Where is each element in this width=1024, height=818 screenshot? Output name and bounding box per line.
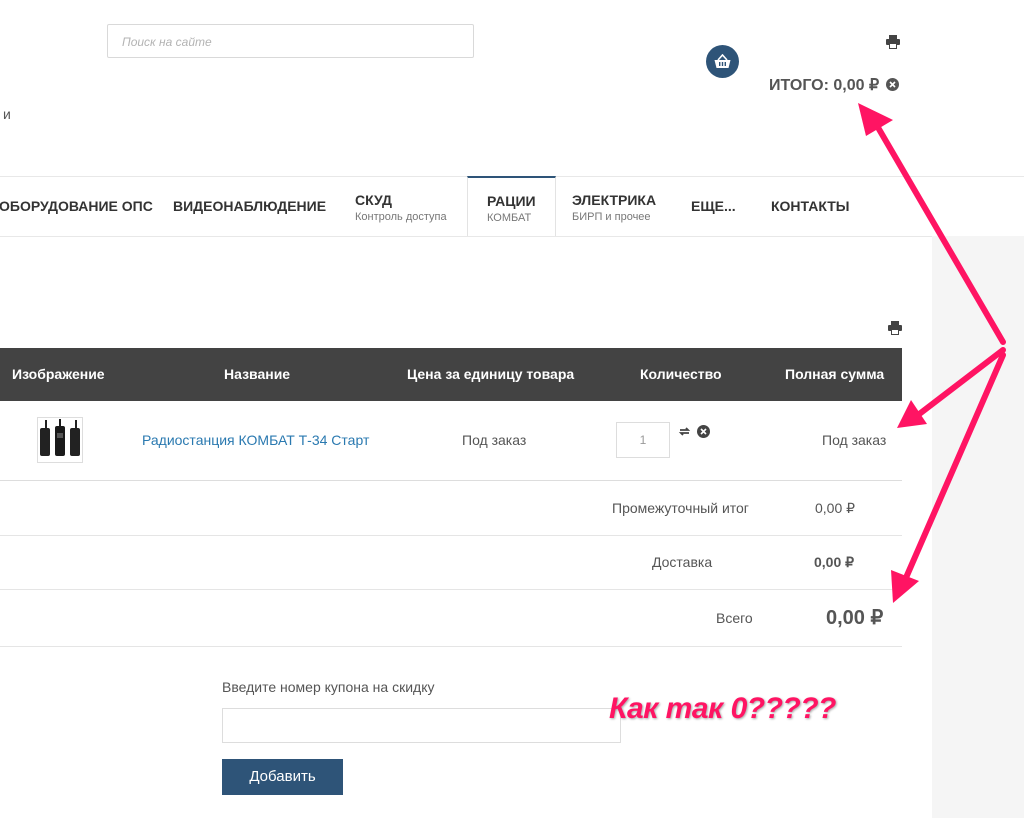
nav-item-title: ЕЩЕ... [691, 198, 736, 214]
nav-item-ops[interactable]: ОБОРУДОВАНИЕ ОПС [0, 177, 153, 236]
grand-total-value: 0,00 ₽ [826, 607, 884, 629]
nav-item-electric[interactable]: ЭЛЕКТРИКА БИРП и прочее [572, 177, 656, 236]
quantity-input[interactable]: 1 [616, 422, 670, 458]
subtotal-label: Промежуточный итог [612, 500, 749, 516]
column-header-total: Полная сумма [785, 366, 885, 382]
row-divider [0, 589, 902, 590]
nav-item-subtitle: Контроль доступа [355, 211, 447, 223]
row-divider [0, 535, 902, 536]
right-sidebar [932, 236, 1024, 818]
column-header-image: Изображение [12, 366, 105, 382]
nav-item-subtitle: БИРП и прочее [572, 211, 651, 223]
nav-item-title: ВИДЕОНАБЛЮДЕНИЕ [173, 198, 327, 214]
header-cart-total[interactable]: ИТОГО: 0,00 ₽ [769, 75, 879, 95]
product-name-link[interactable]: Радиостанция КОМБАТ Т-34 Старт [142, 432, 369, 448]
nav-item-title: ЭЛЕКТРИКА [572, 192, 657, 208]
radio-product-icon [40, 419, 80, 456]
nav-item-title: СКУД [355, 192, 392, 208]
cart-table-header: Изображение Название Цена за единицу тов… [0, 348, 902, 401]
shipping-value: 0,00 ₽ [814, 554, 855, 570]
annotation-text: Как так 0????? [609, 692, 836, 725]
nav-item-subtitle: КОМБАТ [487, 212, 532, 224]
coupon-input[interactable] [222, 708, 621, 743]
cart-button[interactable] [706, 45, 739, 78]
coupon-label: Введите номер купона на скидку [222, 679, 435, 695]
nav-item-video[interactable]: ВИДЕОНАБЛЮДЕНИЕ [173, 177, 326, 236]
column-header-unit-price: Цена за единицу товара [407, 366, 575, 382]
main-nav: ОБОРУДОВАНИЕ ОПС ВИДЕОНАБЛЮДЕНИЕ СКУД Ко… [0, 176, 1024, 237]
shipping-label: Доставка [652, 554, 713, 570]
annotation-arrows [858, 103, 1006, 603]
nav-item-more[interactable]: ЕЩЕ... [691, 177, 736, 236]
product-total: Под заказ [822, 432, 887, 448]
refresh-icon[interactable] [678, 425, 691, 438]
row-divider [0, 646, 902, 647]
column-header-quantity: Количество [640, 366, 722, 382]
nav-item-title: КОНТАКТЫ [771, 198, 850, 214]
nav-item-contacts[interactable]: КОНТАКТЫ [771, 177, 849, 236]
nav-item-radios[interactable]: РАЦИИ КОМБАТ [467, 176, 556, 236]
nav-item-skud[interactable]: СКУД Контроль доступа [355, 177, 447, 236]
grand-total-label: Всего [716, 610, 753, 626]
search-input[interactable]: Поиск на сайте [107, 24, 474, 58]
product-unit-price: Под заказ [462, 432, 527, 448]
add-coupon-button[interactable]: Добавить [222, 759, 343, 795]
nav-item-title: ОБОРУДОВАНИЕ ОПС [0, 198, 153, 214]
nav-item-title: РАЦИИ [487, 193, 536, 209]
column-header-name: Название [224, 366, 291, 382]
print-icon[interactable] [886, 35, 900, 49]
remove-item-icon[interactable] [697, 425, 710, 438]
subtotal-value: 0,00 ₽ [815, 500, 856, 516]
print-cart-icon[interactable] [888, 321, 902, 335]
clear-cart-icon[interactable] [886, 78, 899, 91]
product-image[interactable] [37, 417, 83, 463]
header-fragment-text: и [3, 106, 11, 122]
row-divider [0, 480, 902, 481]
basket-icon [714, 54, 731, 68]
